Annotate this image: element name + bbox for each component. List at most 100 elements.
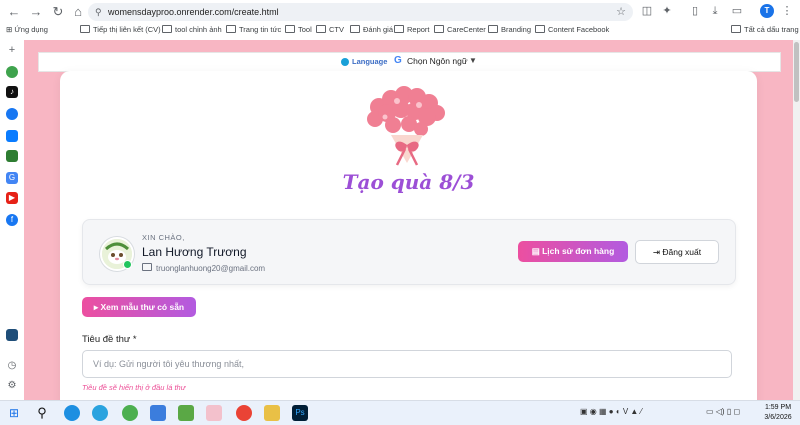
windows-taskbar: ⊞ ⚲ Ps ▣ ◉ ▦ ● ◐ V ▲ ⁄ ▭ ◁) ▯ ◻ 1:59 PM …	[0, 400, 800, 425]
user-email: truonglanhuong20@gmail.com	[142, 263, 265, 273]
heart-bouquet-icon	[367, 86, 445, 166]
order-history-button[interactable]: ▤ Lịch sử đơn hàng	[518, 241, 628, 262]
subject-input[interactable]	[82, 350, 732, 378]
clock-date: 3/6/2026	[764, 414, 792, 421]
app-blue-icon[interactable]	[6, 130, 18, 142]
greeting-text: XIN CHÀO,	[142, 233, 185, 242]
page-title: Tạo quà 8/3	[342, 170, 475, 194]
settings-icon[interactable]: ⚙	[6, 380, 18, 392]
bookmark-item[interactable]: tool chỉnh ảnh	[162, 25, 222, 34]
order-history-label: Lịch sử đơn hàng	[542, 246, 615, 256]
folder-icon	[434, 25, 444, 33]
bookmark-item[interactable]: Trang tin tức	[226, 25, 281, 34]
document-icon: ▤	[531, 246, 543, 256]
online-status-dot	[123, 260, 132, 269]
dropdown-arrow-icon[interactable]: ▼	[469, 56, 477, 65]
chrome-icon[interactable]	[236, 405, 252, 421]
folder-icon	[80, 25, 90, 33]
bookmark-item[interactable]: Content Facebook	[535, 25, 609, 34]
globe-icon	[341, 58, 349, 66]
messenger-icon[interactable]	[6, 108, 18, 120]
user-info-card: XIN CHÀO, Lan Hương Trương truonglanhuon…	[82, 219, 736, 285]
bookmark-item[interactable]: Tool	[285, 25, 312, 34]
app-green-icon[interactable]	[6, 66, 18, 78]
folder-icon	[731, 25, 741, 33]
back-icon[interactable]: ←	[6, 4, 22, 20]
tiktok-icon[interactable]: ♪	[6, 86, 18, 98]
folder-icon	[394, 25, 404, 33]
extension-icon[interactable]: ◫	[640, 4, 654, 18]
gamepad-icon[interactable]	[6, 150, 18, 162]
profile-avatar[interactable]: T	[760, 4, 774, 18]
address-bar[interactable]: ⚲ womensdayproo.onrender.com/create.html	[88, 3, 633, 21]
notes-icon[interactable]	[178, 405, 194, 421]
page-viewport: Language G Chọn Ngôn ngữ ▼ Tạo quà 8/3 X…	[24, 40, 793, 400]
forward-icon[interactable]: →	[28, 4, 44, 20]
tray-icons[interactable]: ▣ ◉ ▦ ● ◐ V ▲ ⁄	[580, 407, 642, 416]
bookmark-apps[interactable]: ⊞ Ứng dụng	[6, 25, 48, 34]
bookmark-item[interactable]: CareCenter	[434, 25, 486, 34]
view-sample-letters-button[interactable]: ▸ Xem mẫu thư có sẵn	[82, 297, 196, 317]
url-text: womensdayproo.onrender.com/create.html	[108, 7, 279, 17]
user-email-text: truonglanhuong20@gmail.com	[156, 264, 266, 273]
page-scrollbar[interactable]	[793, 40, 800, 400]
play-icon: ▸	[93, 302, 101, 312]
language-bar: Language G Chọn Ngôn ngữ ▼	[38, 52, 781, 72]
bookmark-item[interactable]: CTV	[316, 25, 344, 34]
home-icon[interactable]: ⌂	[70, 4, 86, 20]
folder-icon	[350, 25, 360, 33]
subject-hint: Tiêu đề sẽ hiển thị ở đầu lá thư	[82, 383, 186, 392]
bookmark-item[interactable]: Tiếp thị liên kết (CV)	[80, 25, 161, 34]
app-pink-icon[interactable]	[206, 405, 222, 421]
folder-icon	[316, 25, 326, 33]
logout-button[interactable]: ⇥ Đăng xuất	[635, 240, 719, 264]
telegram-icon[interactable]	[92, 405, 108, 421]
language-select[interactable]: Chọn Ngôn ngữ	[407, 56, 468, 66]
app-dark-icon[interactable]	[6, 329, 18, 341]
youtube-icon[interactable]: ▶	[6, 192, 18, 204]
add-icon[interactable]: +	[6, 44, 18, 56]
logout-icon: ⇥	[652, 247, 663, 257]
history-icon[interactable]: ◷	[6, 360, 18, 372]
translate-icon[interactable]: G	[6, 172, 18, 184]
bookmark-item[interactable]: Branding	[488, 25, 531, 34]
site-info-icon[interactable]: ⚲	[95, 3, 102, 21]
clock-time: 1:59 PM	[764, 404, 792, 411]
folder-icon	[488, 25, 498, 33]
bookmark-all[interactable]: Tất cả dấu trang	[731, 25, 799, 34]
browser-sidebar: + ♪ G ▶ f ◷ ⚙	[0, 40, 25, 400]
folder-icon	[162, 25, 172, 33]
app-folder-icon[interactable]	[150, 405, 166, 421]
logout-label: Đăng xuất	[662, 247, 702, 257]
edge-icon[interactable]	[64, 405, 80, 421]
tab-search-icon[interactable]: ▭	[730, 4, 744, 18]
folder-icon	[226, 25, 236, 33]
photoshop-icon[interactable]: Ps	[292, 405, 308, 421]
bookmark-item[interactable]: Report	[394, 25, 430, 34]
chrome-profile-icon[interactable]	[122, 405, 138, 421]
google-icon: G	[394, 55, 402, 66]
browser-toolbar: ← → ↻ ⌂ ⚲ womensdayproo.onrender.com/cre…	[0, 0, 800, 41]
file-explorer-icon[interactable]	[264, 405, 280, 421]
bookmark-item[interactable]: Đánh giá	[350, 25, 393, 34]
menu-icon[interactable]: ⋮	[780, 4, 794, 18]
create-gift-card: Tạo quà 8/3 XIN CHÀO, Lan Hương Trương t…	[60, 71, 757, 400]
search-icon[interactable]: ⚲	[34, 405, 50, 421]
system-tray-icons[interactable]: ▭ ◁) ▯ ◻	[706, 407, 740, 416]
bookmarks-bar: ⊞ Ứng dụng Tiếp thị liên kết (CV) tool c…	[0, 24, 800, 38]
subject-label: Tiêu đề thư *	[82, 334, 137, 345]
windows-start-icon[interactable]: ⊞	[6, 405, 22, 421]
view-sample-letters-label: Xem mẫu thư có sẵn	[100, 302, 185, 312]
split-view-icon[interactable]: ▯	[688, 4, 702, 18]
scrollbar-thumb[interactable]	[794, 42, 799, 102]
download-icon[interactable]: ⤓	[708, 4, 722, 18]
reload-icon[interactable]: ↻	[50, 4, 66, 20]
clock[interactable]: 1:59 PM 3/6/2026	[760, 403, 796, 423]
facebook-icon[interactable]: f	[6, 214, 18, 226]
puzzle-icon[interactable]: ✦	[660, 4, 674, 18]
star-icon[interactable]: ☆	[614, 5, 628, 19]
language-label: Language	[352, 57, 388, 66]
folder-icon	[285, 25, 295, 33]
user-name: Lan Hương Trương	[142, 245, 247, 259]
mail-icon	[142, 263, 152, 271]
